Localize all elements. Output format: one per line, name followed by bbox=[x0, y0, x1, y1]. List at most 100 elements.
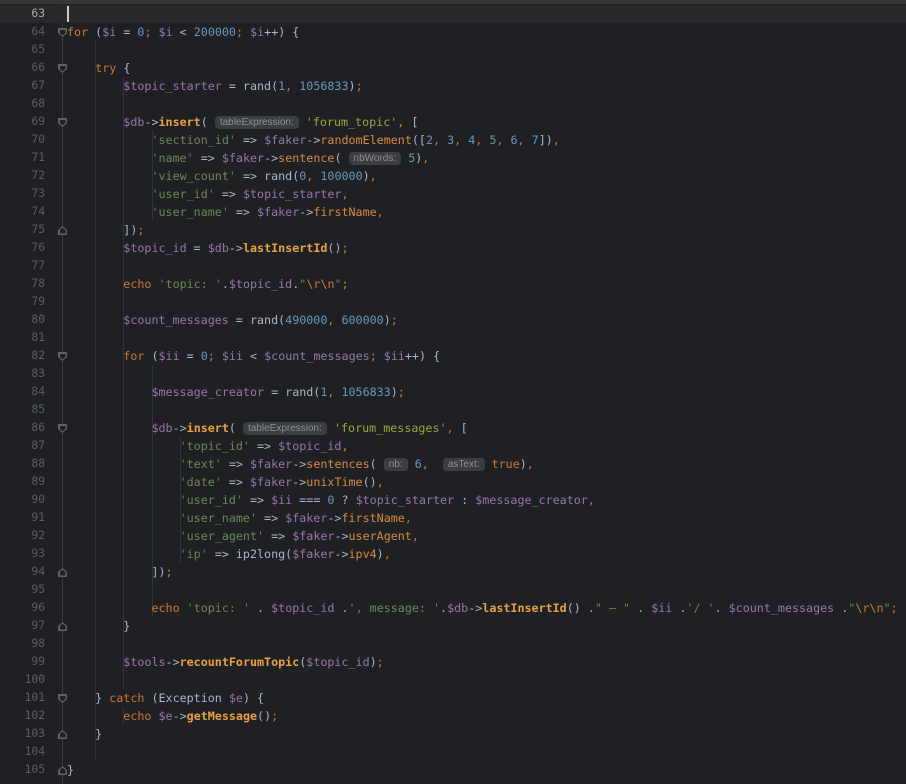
code-line[interactable]: 86 $db->insert( tableExpression: 'forum_… bbox=[0, 419, 906, 437]
code-line[interactable]: 102 echo $e->getMessage(); bbox=[0, 707, 906, 725]
line-number[interactable]: 65 bbox=[0, 41, 45, 59]
code-line[interactable]: 65 bbox=[0, 41, 906, 59]
code-line[interactable]: 101 } catch (Exception $e) { bbox=[0, 689, 906, 707]
line-number[interactable]: 73 bbox=[0, 185, 45, 203]
line-number[interactable]: 105 bbox=[0, 761, 45, 779]
code-line[interactable]: 76 $topic_id = $db->lastInsertId(); bbox=[0, 239, 906, 257]
line-number[interactable]: 78 bbox=[0, 275, 45, 293]
fold-end-icon[interactable] bbox=[58, 622, 67, 631]
code-line[interactable]: 68 bbox=[0, 95, 906, 113]
line-number[interactable]: 69 bbox=[0, 113, 45, 131]
line-number[interactable]: 83 bbox=[0, 365, 45, 383]
fold-collapse-icon[interactable] bbox=[58, 352, 67, 361]
code-line[interactable]: 92 'user_agent' => $faker->userAgent, bbox=[0, 527, 906, 545]
code-editor[interactable]: 6364for ($i = 0; $i < 200000; $i++) {656… bbox=[0, 0, 906, 784]
code-line[interactable]: 78 echo 'topic: '.$topic_id."\r\n"; bbox=[0, 275, 906, 293]
code-line[interactable]: 69 $db->insert( tableExpression: 'forum_… bbox=[0, 113, 906, 131]
fold-end-icon[interactable] bbox=[58, 766, 67, 775]
line-number[interactable]: 87 bbox=[0, 437, 45, 455]
line-number[interactable]: 91 bbox=[0, 509, 45, 527]
line-number[interactable]: 92 bbox=[0, 527, 45, 545]
code-line[interactable]: 103 } bbox=[0, 725, 906, 743]
code-line[interactable]: 64for ($i = 0; $i < 200000; $i++) { bbox=[0, 23, 906, 41]
line-number[interactable]: 98 bbox=[0, 635, 45, 653]
code-line[interactable]: 98 bbox=[0, 635, 906, 653]
line-number[interactable]: 74 bbox=[0, 203, 45, 221]
fold-collapse-icon[interactable] bbox=[58, 118, 67, 127]
code-line[interactable]: 67 $topic_starter = rand(1, 1056833); bbox=[0, 77, 906, 95]
code-line[interactable]: 72 'view_count' => rand(0, 100000), bbox=[0, 167, 906, 185]
code-line[interactable]: 77 bbox=[0, 257, 906, 275]
line-number[interactable]: 86 bbox=[0, 419, 45, 437]
code-line[interactable]: 87 'topic_id' => $topic_id, bbox=[0, 437, 906, 455]
line-number[interactable]: 77 bbox=[0, 257, 45, 275]
line-number[interactable]: 101 bbox=[0, 689, 45, 707]
code-line[interactable]: 70 'section_id' => $faker->randomElement… bbox=[0, 131, 906, 149]
code-line[interactable]: 94 ]); bbox=[0, 563, 906, 581]
code-line[interactable]: 91 'user_name' => $faker->firstName, bbox=[0, 509, 906, 527]
fold-collapse-icon[interactable] bbox=[58, 64, 67, 73]
line-number[interactable]: 96 bbox=[0, 599, 45, 617]
line-number[interactable]: 68 bbox=[0, 95, 45, 113]
line-number[interactable]: 88 bbox=[0, 455, 45, 473]
code-line[interactable]: 95 bbox=[0, 581, 906, 599]
line-number[interactable]: 103 bbox=[0, 725, 45, 743]
line-number[interactable]: 80 bbox=[0, 311, 45, 329]
code-line[interactable]: 75 ]); bbox=[0, 221, 906, 239]
line-number[interactable]: 76 bbox=[0, 239, 45, 257]
code-line[interactable]: 97 } bbox=[0, 617, 906, 635]
code-line[interactable]: 96 echo 'topic: ' . $topic_id .', messag… bbox=[0, 599, 906, 617]
line-number[interactable]: 90 bbox=[0, 491, 45, 509]
line-number[interactable]: 97 bbox=[0, 617, 45, 635]
line-number[interactable]: 93 bbox=[0, 545, 45, 563]
line-number[interactable]: 67 bbox=[0, 77, 45, 95]
code-line[interactable]: 81 bbox=[0, 329, 906, 347]
line-number[interactable]: 99 bbox=[0, 653, 45, 671]
code-line[interactable]: 82 for ($ii = 0; $ii < $count_messages; … bbox=[0, 347, 906, 365]
line-number[interactable]: 100 bbox=[0, 671, 45, 689]
line-number[interactable]: 102 bbox=[0, 707, 45, 725]
fold-collapse-icon[interactable] bbox=[58, 28, 67, 37]
fold-end-icon[interactable] bbox=[58, 568, 67, 577]
line-number[interactable]: 85 bbox=[0, 401, 45, 419]
code-line[interactable]: 104 bbox=[0, 743, 906, 761]
line-number[interactable]: 66 bbox=[0, 59, 45, 77]
code-line[interactable]: 73 'user_id' => $topic_starter, bbox=[0, 185, 906, 203]
code-line[interactable]: 66 try { bbox=[0, 59, 906, 77]
line-number[interactable]: 81 bbox=[0, 329, 45, 347]
line-number[interactable]: 79 bbox=[0, 293, 45, 311]
code-line[interactable]: 80 $count_messages = rand(490000, 600000… bbox=[0, 311, 906, 329]
fold-end-icon[interactable] bbox=[58, 226, 67, 235]
code-line[interactable]: 88 'text' => $faker->sentences( nb: 6, a… bbox=[0, 455, 906, 473]
line-number[interactable]: 84 bbox=[0, 383, 45, 401]
fold-collapse-icon[interactable] bbox=[58, 694, 67, 703]
code-line[interactable]: 84 $message_creator = rand(1, 1056833); bbox=[0, 383, 906, 401]
code-line[interactable]: 105} bbox=[0, 761, 906, 779]
token-t: -> bbox=[173, 709, 187, 723]
code-line[interactable]: 93 'ip' => ip2long($faker->ipv4), bbox=[0, 545, 906, 563]
code-line[interactable]: 99 $tools->recountForumTopic($topic_id); bbox=[0, 653, 906, 671]
line-number[interactable]: 63 bbox=[0, 5, 45, 23]
line-number[interactable]: 75 bbox=[0, 221, 45, 239]
code-line[interactable]: 90 'user_id' => $ii === 0 ? $topic_start… bbox=[0, 491, 906, 509]
code-line[interactable]: 85 bbox=[0, 401, 906, 419]
code-line[interactable]: 71 'name' => $faker->sentence( nbWords: … bbox=[0, 149, 906, 167]
line-number[interactable]: 72 bbox=[0, 167, 45, 185]
code-line[interactable]: 79 bbox=[0, 293, 906, 311]
code-line[interactable]: 83 bbox=[0, 365, 906, 383]
line-number[interactable]: 82 bbox=[0, 347, 45, 365]
line-number[interactable]: 64 bbox=[0, 23, 45, 41]
line-number[interactable]: 94 bbox=[0, 563, 45, 581]
line-number[interactable]: 95 bbox=[0, 581, 45, 599]
line-number[interactable]: 71 bbox=[0, 149, 45, 167]
token-v: $db bbox=[151, 421, 172, 435]
line-number[interactable]: 89 bbox=[0, 473, 45, 491]
code-line[interactable]: 63 bbox=[0, 5, 906, 23]
code-line[interactable]: 74 'user_name' => $faker->firstName, bbox=[0, 203, 906, 221]
fold-collapse-icon[interactable] bbox=[58, 424, 67, 433]
line-number[interactable]: 70 bbox=[0, 131, 45, 149]
code-line[interactable]: 89 'date' => $faker->unixTime(), bbox=[0, 473, 906, 491]
line-number[interactable]: 104 bbox=[0, 743, 45, 761]
fold-end-icon[interactable] bbox=[58, 730, 67, 739]
code-line[interactable]: 100 bbox=[0, 671, 906, 689]
